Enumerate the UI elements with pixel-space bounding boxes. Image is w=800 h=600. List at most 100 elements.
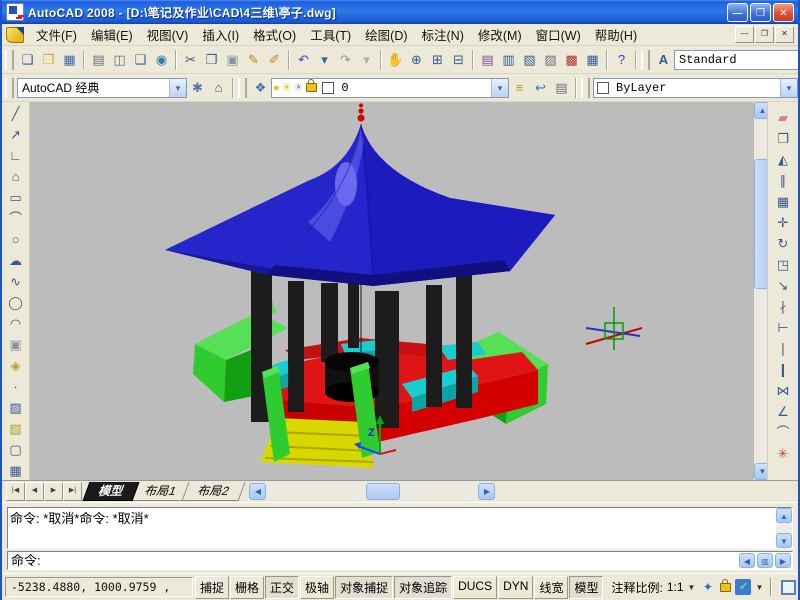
match-properties-icon[interactable]: ✎ [243,50,264,70]
menu-tools[interactable]: 工具(T) [303,23,358,46]
toggle-model[interactable]: 模型 [569,576,603,599]
scroll-left-icon[interactable]: ◀ [249,483,266,500]
layer-previous-icon[interactable]: ↩ [530,78,551,98]
workspace-settings-icon[interactable]: ✱ [187,78,208,98]
drawing-canvas[interactable]: Z [30,102,754,480]
toolbar-grip[interactable] [238,78,247,98]
region-icon[interactable]: ▢ [5,440,26,460]
line-icon[interactable]: ╱ [5,104,26,124]
annotation-visibility-icon[interactable]: ✦ [699,579,716,596]
layer-states-manager-icon[interactable]: ▤ [551,78,572,98]
command-window[interactable]: 命令: *取消*命令: *取消* ▲ ▼ 命令: ◀ ▥ ▶ [2,502,798,573]
menu-modify[interactable]: 修改(M) [471,23,529,46]
tab-model[interactable]: 模型 [83,482,140,501]
last-tab-button[interactable]: ▶| [63,482,82,501]
toggle-ortho[interactable]: 正交 [265,576,299,599]
horizontal-scroll-track[interactable] [266,483,478,500]
toolbar-grip[interactable] [5,78,14,98]
toggle-osnap[interactable]: 对象捕捉 [335,576,393,599]
gradient-icon[interactable]: ▧ [5,419,26,439]
sheet-set-manager-icon[interactable]: ▨ [540,50,561,70]
scroll-up-icon[interactable]: ▲ [776,508,792,523]
open-file-icon[interactable]: ❒ [38,50,59,70]
quickcalc-icon[interactable]: ▦ [582,50,603,70]
menu-draw[interactable]: 绘图(D) [358,23,414,46]
scroll-left-icon[interactable]: ◀ [739,553,755,568]
undo-dropdown-icon[interactable]: ▾ [314,50,335,70]
hatch-icon[interactable]: ▨ [5,398,26,418]
scale-icon[interactable]: ◳ [773,255,794,275]
toggle-otrack[interactable]: 对象追踪 [394,576,452,599]
make-object-layer-current-icon[interactable]: ≡ [509,78,530,98]
trim-icon[interactable]: ∤ [773,297,794,317]
layer-unlock-icon[interactable] [306,83,317,92]
markup-set-manager-icon[interactable]: ▩ [561,50,582,70]
annotation-autoscale-icon[interactable]: ✔ [735,579,751,595]
zoom-previous-icon[interactable]: ⊟ [448,50,469,70]
redo-dropdown-icon[interactable]: ▾ [356,50,377,70]
layer-properties-manager-icon[interactable]: ❖ [250,78,271,98]
table-icon[interactable]: ▦ [5,461,26,481]
insert-block-icon[interactable]: ▣ [5,335,26,355]
paste-icon[interactable]: ▣ [222,50,243,70]
stretch-icon[interactable]: ↘ [773,276,794,296]
toggle-grid[interactable]: 栅格 [230,576,264,599]
chevron-down-icon[interactable]: ▼ [755,583,763,592]
toggle-lineweight[interactable]: 线宽 [534,576,568,599]
toolbar-grip[interactable] [641,50,650,70]
text-style-icon[interactable]: A [653,50,674,70]
join-icon[interactable]: ⋈ [773,381,794,401]
color-combo[interactable]: ByLayer ▾ [593,78,798,98]
doc-restore-button[interactable]: ❐ [755,26,774,43]
mirror-icon[interactable]: ◭ [773,150,794,170]
menu-dimension[interactable]: 标注(N) [415,23,471,46]
doc-minimize-button[interactable]: — [735,26,754,43]
plot-icon[interactable]: ▤ [88,50,109,70]
rectangle-icon[interactable]: ▭ [5,188,26,208]
plot-preview-icon[interactable]: ◫ [109,50,130,70]
chevron-down-icon[interactable]: ▾ [169,79,186,97]
offset-icon[interactable]: ∥ [773,171,794,191]
clean-screen-button[interactable] [781,580,796,595]
toolbar-grip[interactable] [581,78,590,98]
layer-on-icon[interactable]: ● [273,79,280,97]
transmit-icon[interactable]: ◉ [151,50,172,70]
layer-freeze-icon[interactable]: ☀ [282,79,292,97]
menu-insert[interactable]: 插入(I) [195,23,246,46]
new-file-icon[interactable]: ❏ [17,50,38,70]
save-icon[interactable]: ▦ [59,50,80,70]
menu-help[interactable]: 帮助(H) [588,23,644,46]
workspace-combo[interactable]: AutoCAD 经典 ▾ [17,78,187,98]
publish-icon[interactable]: ❑ [130,50,151,70]
scroll-right-icon[interactable]: ▶ [775,553,791,568]
annotation-scale-value[interactable]: 1:1 [667,580,684,594]
chevron-down-icon[interactable]: ▾ [491,79,508,97]
make-block-icon[interactable]: ◈ [5,356,26,376]
zoom-window-icon[interactable]: ⊞ [427,50,448,70]
scroll-down-icon[interactable]: ▼ [776,533,792,548]
tab-layout2[interactable]: 布局2 [181,482,245,501]
construction-line-icon[interactable]: ↗ [5,125,26,145]
break-at-point-icon[interactable]: ❘ [773,339,794,359]
break-icon[interactable]: ❙ [773,360,794,380]
scroll-right-icon[interactable]: ▶ [478,483,495,500]
help-icon[interactable]: ? [611,50,632,70]
command-horizontal-scrollbar[interactable]: ◀ ▥ ▶ [737,553,791,568]
prev-tab-button[interactable]: ◀ [25,482,44,501]
copy-icon[interactable]: ❐ [201,50,222,70]
point-icon[interactable]: ∙ [5,377,26,397]
layer-vp-freeze-icon[interactable]: ☀ [294,79,304,97]
polygon-icon[interactable]: ⌂ [5,167,26,187]
pan-icon[interactable]: ✋ [385,50,406,70]
spline-icon[interactable]: ∿ [5,272,26,292]
zoom-realtime-icon[interactable]: ⊕ [406,50,427,70]
menu-window[interactable]: 窗口(W) [529,23,588,46]
restore-button[interactable]: ❐ [750,3,771,22]
ellipse-icon[interactable]: ◯ [5,293,26,313]
toolbar-lock-icon[interactable] [720,583,731,592]
extend-icon[interactable]: ⊢ [773,318,794,338]
toggle-snap[interactable]: 捕捉 [195,576,229,599]
properties-icon[interactable]: ▤ [477,50,498,70]
cut-icon[interactable]: ✂ [180,50,201,70]
next-tab-button[interactable]: ▶ [44,482,63,501]
